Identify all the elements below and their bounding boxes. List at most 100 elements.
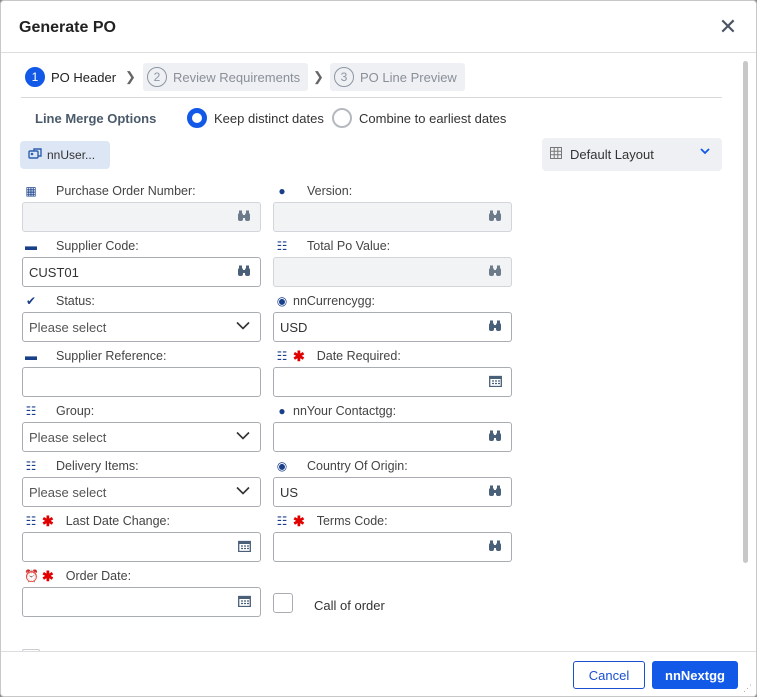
total-po-value-label: ☷ Total Po Value:	[276, 239, 391, 253]
user-card-icon	[28, 147, 42, 163]
binoculars-icon[interactable]	[488, 320, 502, 335]
last-date-change-input[interactable]	[22, 532, 261, 562]
version-label: ● Version:	[275, 183, 352, 199]
grid-icon	[550, 147, 562, 162]
radio-label: Keep distinct dates	[214, 110, 324, 126]
delivery-items-label: ☷ Delivery Items:	[25, 459, 139, 473]
step-number: 1	[25, 67, 45, 87]
layout-select-value: Default Layout	[570, 147, 654, 162]
alarm-clock-icon: ⏰	[24, 569, 39, 583]
user-button-label: nnUser...	[47, 148, 96, 162]
supplier-reference-input[interactable]	[22, 367, 261, 397]
binoculars-icon[interactable]	[488, 210, 502, 225]
group-select[interactable]: Please select	[22, 422, 261, 452]
radio-circle	[332, 108, 352, 128]
supplier-code-input[interactable]: CUST01	[22, 257, 261, 287]
call-of-order-checkbox[interactable]	[273, 593, 293, 613]
close-icon[interactable]: ✕	[717, 16, 739, 39]
order-date-label: ⏰ ✱ Order Date:	[24, 567, 132, 584]
required-marker: ✱	[293, 512, 305, 529]
cancel-button[interactable]: Cancel	[573, 661, 645, 689]
binoculars-icon[interactable]	[237, 210, 251, 225]
binoculars-icon[interactable]	[488, 430, 502, 445]
currency-input[interactable]: USD	[273, 312, 512, 342]
your-contact-input[interactable]	[273, 422, 512, 452]
user-icon: ●	[278, 404, 286, 418]
chevron-down-icon	[236, 318, 250, 333]
radio-combine-earliest-dates[interactable]: Combine to earliest dates	[332, 108, 506, 128]
step-po-header[interactable]: 1 PO Header	[21, 63, 116, 91]
dialog-header: Generate PO ✕	[1, 1, 756, 53]
list-icon: ☷	[276, 239, 288, 253]
currency-label: ◉ nnCurrencygg:	[276, 294, 375, 308]
chevron-down-icon	[236, 483, 250, 498]
calculator-icon: ▦	[25, 184, 37, 198]
step-review-requirements[interactable]: 2 Review Requirements	[143, 63, 309, 91]
radio-circle	[187, 108, 207, 128]
delivery-items-select[interactable]: Please select	[22, 477, 261, 507]
dialog-footer: Cancel nnNextgg	[1, 651, 756, 696]
binoculars-icon[interactable]	[488, 485, 502, 500]
user-button[interactable]: nnUser...	[20, 141, 110, 169]
resize-grip-icon[interactable]: ⋰	[743, 684, 753, 696]
generate-po-dialog: Generate PO ✕ 1 PO Header ❯ 2 Review Req…	[0, 0, 757, 697]
divider	[21, 97, 722, 98]
country-of-origin-label: ◉ Country Of Origin:	[276, 459, 408, 473]
list-icon: ☷	[25, 459, 37, 473]
user-circle-icon: ◉	[276, 294, 288, 308]
ticket-icon: ▬	[25, 239, 37, 253]
required-marker: ✱	[293, 347, 305, 364]
order-date-input[interactable]	[22, 587, 261, 617]
chevron-right-icon: ❯	[125, 69, 136, 84]
chevron-right-icon: ❯	[313, 69, 324, 84]
calendar-icon[interactable]	[238, 595, 251, 610]
ticket-icon: ▬	[25, 349, 37, 363]
checkmark-icon: ✔	[25, 294, 37, 308]
date-required-input[interactable]	[273, 367, 512, 397]
country-of-origin-input[interactable]: US	[273, 477, 512, 507]
list-icon: ☷	[25, 404, 37, 418]
list-icon: ☷	[276, 349, 288, 363]
layout-select[interactable]: Default Layout	[542, 138, 722, 171]
chevron-down-icon	[236, 428, 250, 443]
user-icon: ●	[278, 184, 286, 198]
status-label: ✔ Status:	[25, 294, 95, 308]
radio-keep-distinct-dates[interactable]: Keep distinct dates	[187, 108, 324, 128]
required-marker: ✱	[42, 567, 54, 584]
next-button[interactable]: nnNextgg	[652, 661, 738, 689]
step-label: PO Line Preview	[360, 69, 457, 85]
line-merge-options-label: Line Merge Options	[35, 111, 157, 126]
user-circle-icon: ◉	[276, 459, 288, 473]
purchase-order-number-label: ▦ Purchase Order Number:	[25, 184, 196, 198]
binoculars-icon[interactable]	[488, 265, 502, 280]
binoculars-icon[interactable]	[237, 265, 251, 280]
step-number: 2	[147, 67, 167, 87]
required-marker: ✱	[42, 512, 54, 529]
radio-label: Combine to earliest dates	[359, 110, 507, 126]
date-required-label: ☷ ✱ Date Required:	[276, 347, 401, 364]
supplier-reference-label: ▬ Supplier Reference:	[25, 349, 167, 363]
step-label: PO Header	[51, 69, 117, 85]
stepper: 1 PO Header ❯ 2 Review Requirements ❯ 3 …	[21, 63, 721, 91]
status-select[interactable]: Please select	[22, 312, 261, 342]
version-field	[273, 202, 512, 232]
call-of-order-label: Call of order	[314, 598, 385, 613]
chevron-down-icon	[700, 146, 710, 158]
binoculars-icon[interactable]	[488, 540, 502, 555]
your-contact-label: ● nnYour Contactgg:	[275, 403, 396, 419]
step-number: 3	[334, 67, 354, 87]
last-date-change-label: ☷ ✱ Last Date Change:	[25, 512, 170, 529]
terms-code-input[interactable]	[273, 532, 512, 562]
list-icon: ☷	[276, 514, 288, 528]
calendar-icon[interactable]	[489, 375, 502, 390]
step-label: Review Requirements	[173, 69, 301, 85]
purchase-order-number-field	[22, 202, 261, 232]
scrollbar-thumb[interactable]	[743, 61, 748, 563]
group-label: ☷ Group:	[25, 404, 95, 418]
terms-code-label: ☷ ✱ Terms Code:	[276, 512, 388, 529]
total-po-value-field	[273, 257, 512, 287]
step-po-line-preview[interactable]: 3 PO Line Preview	[330, 63, 465, 91]
list-icon: ☷	[25, 514, 37, 528]
dialog-title: Generate PO	[19, 19, 116, 36]
calendar-icon[interactable]	[238, 540, 251, 555]
